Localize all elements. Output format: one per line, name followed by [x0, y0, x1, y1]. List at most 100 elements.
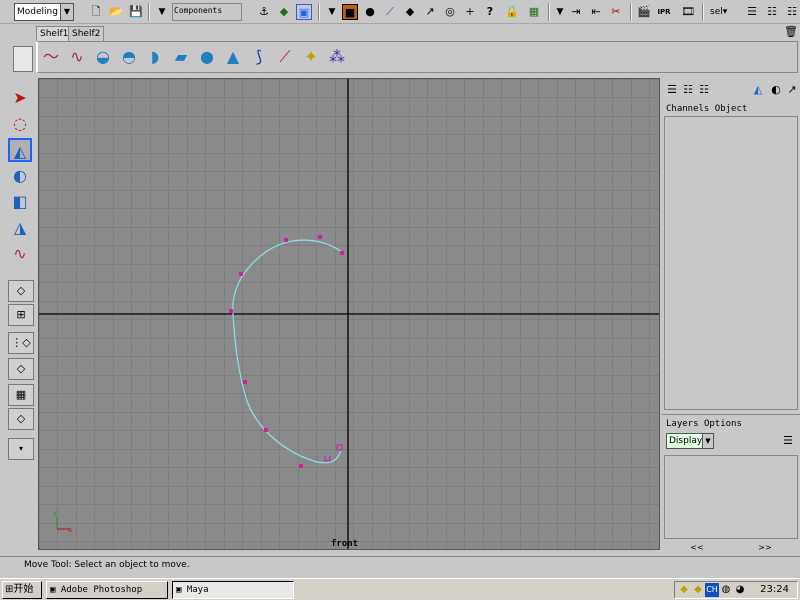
render-icon[interactable]: 🎬: [636, 4, 652, 20]
chevron-down-icon[interactable]: ▼: [60, 4, 73, 20]
options-menu[interactable]: Options: [704, 419, 742, 429]
move-tool-icon[interactable]: ◭: [8, 138, 32, 162]
channel-box-icon[interactable]: ☰: [664, 82, 680, 98]
channel-box-toggle-icon[interactable]: ☷: [784, 4, 800, 20]
light-icon[interactable]: ✦: [300, 46, 322, 68]
channel-layer-icon[interactable]: ☷: [680, 82, 696, 98]
channels-menu[interactable]: Channels: [666, 104, 709, 114]
cone-icon[interactable]: ▲: [222, 46, 244, 68]
tab-shelf2[interactable]: Shelf2: [68, 26, 105, 41]
selection-mode-field[interactable]: Components: [172, 3, 242, 21]
render-settings-icon[interactable]: 🎞: [680, 4, 696, 20]
object-menu[interactable]: Object: [715, 104, 748, 114]
perspective-trax-layout-icon[interactable]: ◇: [8, 408, 34, 430]
cv-curve-icon[interactable]: 〜: [40, 46, 62, 68]
joint-icon[interactable]: ⟆: [248, 46, 270, 68]
last-tool-icon[interactable]: ∿: [8, 242, 32, 266]
planar-icon[interactable]: ▰: [170, 46, 192, 68]
plus-icon[interactable]: +: [462, 4, 478, 20]
control-vertex[interactable]: [264, 428, 268, 432]
shelf-menu-button[interactable]: [13, 46, 33, 72]
input-connections-icon[interactable]: ⇥: [568, 4, 584, 20]
front-viewport[interactable]: y x front: [38, 78, 660, 550]
new-layer-icon[interactable]: ☰: [780, 433, 796, 449]
layer-display-dropdown[interactable]: Display ▼: [666, 433, 714, 449]
curve-mask-icon[interactable]: ⟋: [382, 4, 398, 20]
loft-icon[interactable]: ◓: [118, 46, 140, 68]
highlight-selection-icon[interactable]: ▦: [526, 4, 542, 20]
select-by-component-icon[interactable]: ▣: [296, 4, 312, 20]
paint-tool-icon[interactable]: ↗: [784, 82, 800, 98]
menu-set-dropdown[interactable]: Modeling ▼: [14, 3, 74, 21]
hypershade-layout-icon[interactable]: ▦: [8, 384, 34, 406]
scale-tool-icon[interactable]: ◧: [8, 190, 32, 214]
channel-list[interactable]: [664, 116, 798, 410]
scroll-right-button[interactable]: >>: [732, 543, 798, 553]
ime-indicator[interactable]: CH: [705, 583, 719, 597]
ipr-render-icon[interactable]: IPR: [656, 4, 672, 20]
control-vertex[interactable]: [243, 380, 247, 384]
deformer-mask-icon[interactable]: ↗: [422, 4, 438, 20]
selection-field[interactable]: sel▾: [710, 7, 727, 17]
save-scene-icon[interactable]: 💾: [128, 4, 144, 20]
pick-mask-icon[interactable]: ■: [342, 4, 358, 20]
volume-icon[interactable]: ◕: [733, 583, 747, 597]
particle-icon[interactable]: ⁂: [326, 46, 348, 68]
scroll-left-button[interactable]: <<: [664, 543, 730, 553]
perspective-graph-layout-icon[interactable]: ◇: [8, 358, 34, 380]
manipulator-tool-icon[interactable]: ◮: [8, 216, 32, 240]
tray-app-icon[interactable]: ◆: [691, 583, 705, 597]
clock: 23:24: [760, 584, 789, 595]
open-scene-icon[interactable]: 📂: [108, 4, 124, 20]
layer-editor-icon[interactable]: ☷: [696, 82, 712, 98]
construction-history-icon[interactable]: ✂: [608, 4, 624, 20]
rotate-tool-icon[interactable]: ◐: [8, 164, 32, 188]
select-by-hierarchy-icon[interactable]: ⚓: [256, 4, 272, 20]
tab-shelf1[interactable]: Shelf1: [36, 26, 73, 41]
point-mask-icon[interactable]: ●: [362, 4, 378, 20]
tray-app-icon[interactable]: ◆: [677, 583, 691, 597]
start-button[interactable]: ⊞开始: [2, 581, 42, 599]
sphere-icon[interactable]: ●: [196, 46, 218, 68]
select-by-object-icon[interactable]: ◆: [276, 4, 292, 20]
collapse-icon[interactable]: ▼: [552, 4, 568, 20]
layout-menu-chevron-icon[interactable]: ▾: [8, 438, 34, 460]
control-vertex[interactable]: [239, 272, 243, 276]
control-vertex[interactable]: [229, 309, 233, 313]
layer-list[interactable]: [664, 455, 798, 539]
collapse-icon[interactable]: ▼: [324, 4, 340, 20]
taskbar-item-maya[interactable]: ▣ Maya: [172, 581, 294, 599]
extrude-icon[interactable]: ◗: [144, 46, 166, 68]
network-icon[interactable]: ◍: [719, 583, 733, 597]
control-vertex[interactable]: [284, 238, 288, 242]
trash-icon[interactable]: 🗑: [783, 24, 799, 40]
lasso-tool-icon[interactable]: ◌: [8, 112, 32, 136]
control-vertex[interactable]: [318, 235, 322, 239]
viewport-canvas[interactable]: y x: [39, 79, 659, 549]
ik-handle-icon[interactable]: ⟋: [274, 46, 296, 68]
render-globals-icon[interactable]: ◐: [768, 82, 784, 98]
select-tool-icon[interactable]: ➤: [8, 86, 32, 110]
lock-icon[interactable]: 🔒: [504, 4, 520, 20]
status-line: Modeling ▼ 🗋 📂 💾 ▼ Components ⚓ ◆ ▣ ▼ ■ …: [0, 0, 800, 24]
control-vertex[interactable]: [299, 464, 303, 468]
maya-icon: ▣: [176, 585, 182, 595]
question-icon[interactable]: ?: [482, 4, 498, 20]
layers-menu[interactable]: Layers: [666, 419, 699, 429]
tool-settings-icon[interactable]: ☷: [764, 4, 780, 20]
hypershade-icon[interactable]: ◭: [750, 82, 766, 98]
taskbar-item-photoshop[interactable]: ▣ Adobe Photoshop: [46, 581, 168, 599]
revolve-icon[interactable]: ◒: [92, 46, 114, 68]
target-mask-icon[interactable]: ◎: [442, 4, 458, 20]
channel-box-header: Channels Object: [666, 104, 747, 114]
collapse-icon[interactable]: ▼: [154, 4, 170, 20]
four-view-layout-icon[interactable]: ⊞: [8, 304, 34, 326]
single-perspective-layout-icon[interactable]: ◇: [8, 280, 34, 302]
new-scene-icon[interactable]: 🗋: [88, 4, 104, 20]
attribute-editor-icon[interactable]: ☰: [744, 4, 760, 20]
ep-curve-icon[interactable]: ∿: [66, 46, 88, 68]
perspective-outliner-layout-icon[interactable]: ⋮◇: [8, 332, 34, 354]
surface-mask-icon[interactable]: ◆: [402, 4, 418, 20]
output-connections-icon[interactable]: ⇤: [588, 4, 604, 20]
control-vertex[interactable]: [340, 251, 344, 255]
